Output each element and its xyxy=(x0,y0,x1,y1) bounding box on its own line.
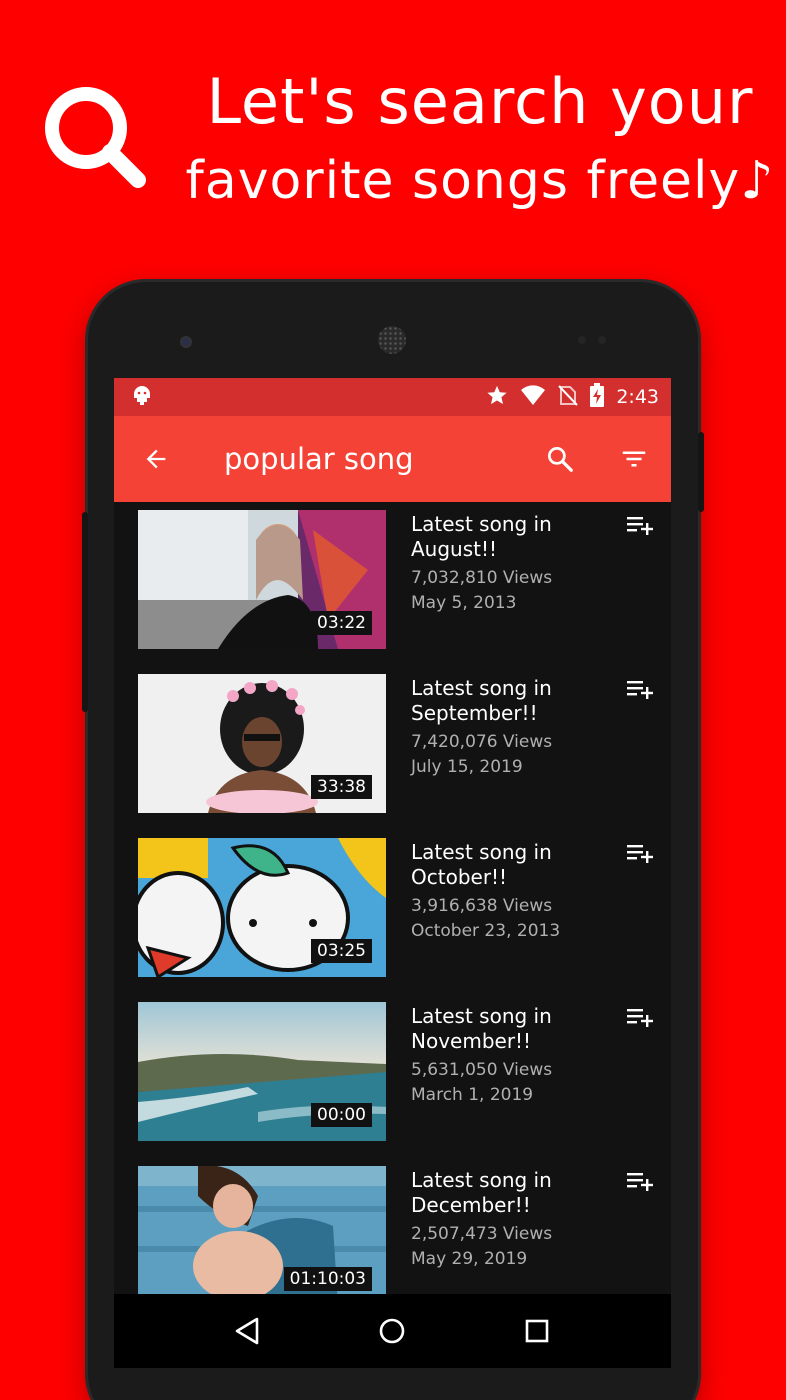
promo-line-2: favorite songs freely♪ xyxy=(185,151,775,211)
video-date: May 29, 2019 xyxy=(411,1249,528,1269)
add-to-playlist-icon[interactable] xyxy=(627,1006,655,1028)
duration-badge: 03:25 xyxy=(311,939,372,963)
list-item[interactable]: 01:10:03 Latest song in December!! 2,507… xyxy=(114,1154,671,1294)
video-date: March 1, 2019 xyxy=(411,1085,534,1105)
list-item[interactable]: 33:38 Latest song in September!! 7,420,0… xyxy=(114,662,671,826)
duration-badge: 03:22 xyxy=(311,611,372,635)
video-thumbnail[interactable]: 03:25 xyxy=(138,838,386,977)
video-title[interactable]: Latest song in December!! xyxy=(411,1168,611,1218)
video-thumbnail[interactable]: 33:38 xyxy=(138,674,386,813)
recents-square-icon[interactable] xyxy=(517,1311,557,1351)
video-views: 7,420,076 Views xyxy=(411,732,553,752)
system-nav-bar xyxy=(114,1294,671,1368)
duration-badge: 01:10:03 xyxy=(283,1267,372,1291)
front-camera xyxy=(180,336,192,348)
proximity-sensor xyxy=(578,336,586,344)
phone-frame: 2:43 popular song 03:22 Latest song in A… xyxy=(82,282,704,1400)
add-to-playlist-icon[interactable] xyxy=(627,1170,655,1192)
home-circle-icon[interactable] xyxy=(372,1311,412,1351)
video-date: October 23, 2013 xyxy=(411,921,561,941)
android-icon xyxy=(132,384,152,410)
duration-badge: 33:38 xyxy=(311,775,372,799)
phone-side-button-right xyxy=(698,432,704,512)
add-to-playlist-icon[interactable] xyxy=(627,678,655,700)
add-to-playlist-icon[interactable] xyxy=(627,514,655,536)
search-query-title[interactable]: popular song xyxy=(198,442,523,476)
star-icon xyxy=(486,384,508,410)
status-time: 2:43 xyxy=(616,386,659,408)
video-views: 3,916,638 Views xyxy=(411,896,553,916)
list-item[interactable]: 03:22 Latest song in August!! 7,032,810 … xyxy=(114,502,671,662)
video-list: 03:22 Latest song in August!! 7,032,810 … xyxy=(114,502,671,1294)
back-arrow-icon[interactable] xyxy=(114,416,198,502)
magnifier-logo-icon xyxy=(40,82,152,194)
video-thumbnail[interactable]: 01:10:03 xyxy=(138,1166,386,1294)
video-title[interactable]: Latest song in November!! xyxy=(411,1004,611,1054)
app-bar: popular song xyxy=(114,416,671,502)
video-views: 2,507,473 Views xyxy=(411,1224,553,1244)
battery-charging-icon xyxy=(590,383,605,411)
video-views: 5,631,050 Views xyxy=(411,1060,553,1080)
video-date: May 5, 2013 xyxy=(411,593,517,613)
video-title[interactable]: Latest song in October!! xyxy=(411,840,611,890)
phone-side-button-left xyxy=(82,512,88,712)
search-icon[interactable] xyxy=(523,416,597,502)
light-sensor xyxy=(598,336,606,344)
add-to-playlist-icon[interactable] xyxy=(627,842,655,864)
video-thumbnail[interactable]: 03:22 xyxy=(138,510,386,649)
no-sim-icon xyxy=(558,384,579,410)
phone-screen: 2:43 popular song 03:22 Latest song in A… xyxy=(114,378,671,1368)
video-date: July 15, 2019 xyxy=(411,757,523,777)
back-triangle-icon[interactable] xyxy=(228,1311,268,1351)
video-title[interactable]: Latest song in August!! xyxy=(411,512,611,562)
promo-headline: Let's search your favorite songs freely♪ xyxy=(180,58,780,216)
wifi-icon xyxy=(520,384,546,410)
promo-line-1: Let's search your xyxy=(206,65,754,138)
filter-icon[interactable] xyxy=(597,416,671,502)
duration-badge: 00:00 xyxy=(311,1103,372,1127)
list-item[interactable]: 03:25 Latest song in October!! 3,916,638… xyxy=(114,826,671,990)
earpiece-speaker xyxy=(378,326,406,354)
list-item[interactable]: 00:00 Latest song in November!! 5,631,05… xyxy=(114,990,671,1154)
status-bar: 2:43 xyxy=(114,378,671,416)
video-title[interactable]: Latest song in September!! xyxy=(411,676,611,726)
video-views: 7,032,810 Views xyxy=(411,568,553,588)
video-thumbnail[interactable]: 00:00 xyxy=(138,1002,386,1141)
